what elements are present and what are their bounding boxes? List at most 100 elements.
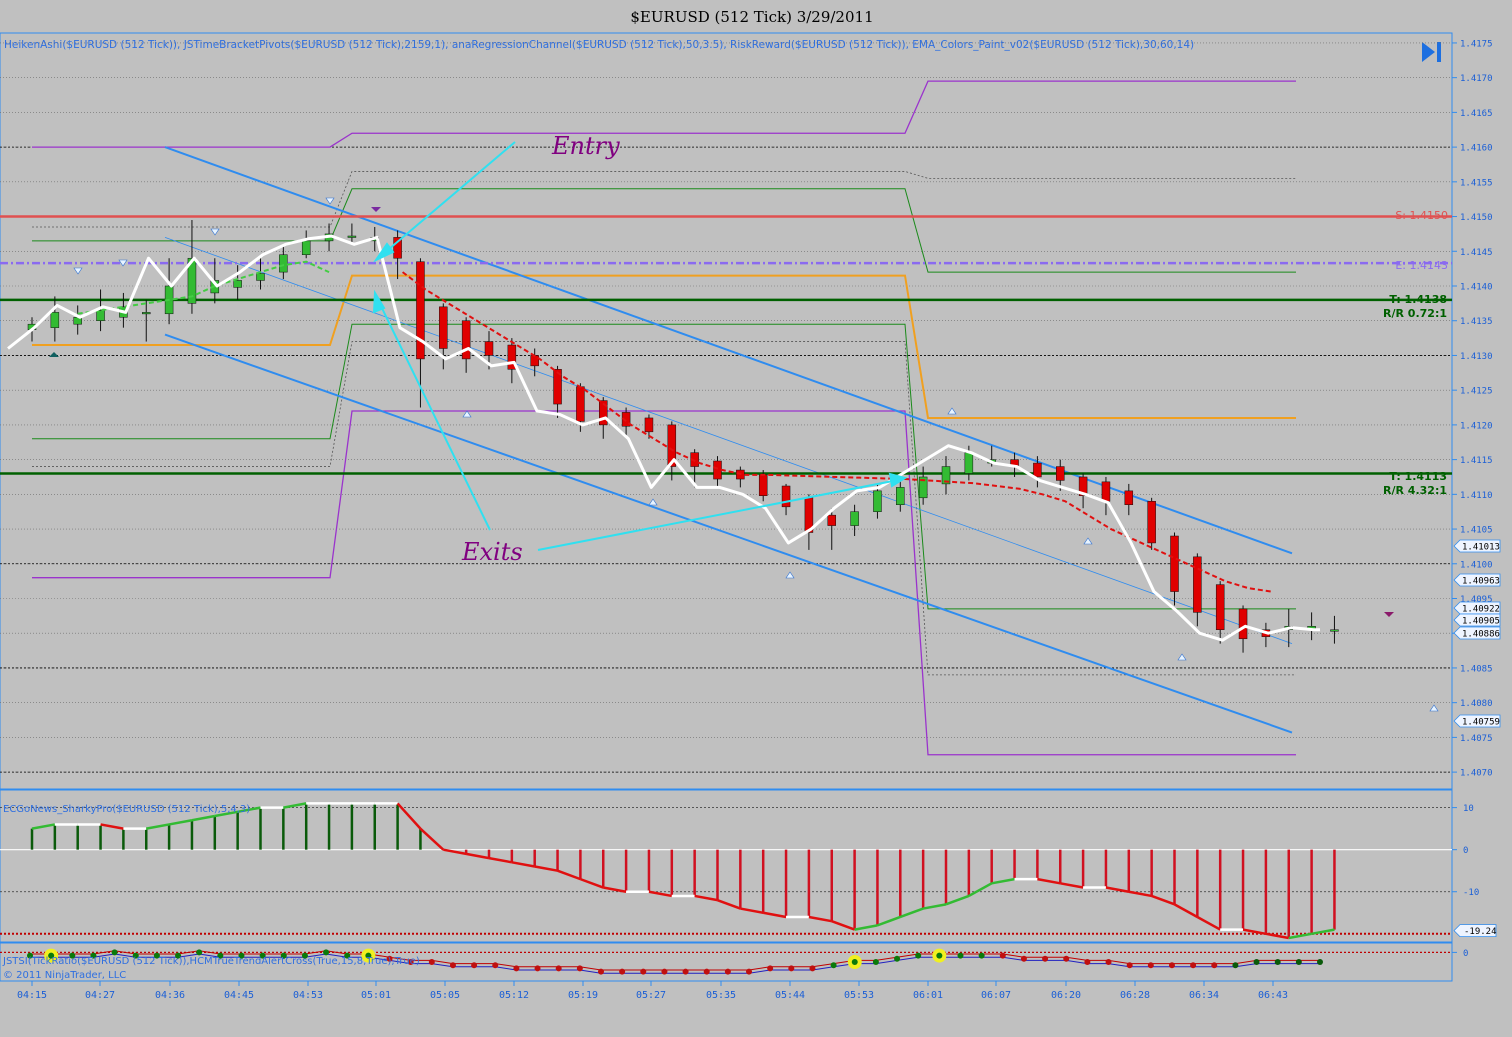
bull-candle	[279, 254, 288, 273]
x-tick-label: 04:15	[17, 990, 47, 1001]
oscillator-line-segment	[1196, 915, 1221, 931]
oscillator-label: ECGoNews_SharkyPro($EURUSD (512 Tick),5,…	[3, 804, 250, 815]
tsi-dot	[1253, 959, 1260, 965]
exits-annotation: Exits	[461, 538, 523, 566]
y-tick-label: 1.4110	[1460, 491, 1493, 501]
x-tick-label: 04:36	[155, 990, 185, 1001]
x-tick-label: 05:01	[361, 990, 391, 1001]
price-tag-label: 1.40963	[1462, 577, 1500, 587]
signal-marker	[947, 407, 957, 415]
bear-candle	[1238, 608, 1248, 640]
oscillator-line-segment	[1037, 877, 1061, 885]
oscillator-line-segment	[146, 823, 170, 830]
regression-center	[164, 237, 1293, 645]
x-tick-label: 05:53	[844, 990, 874, 1001]
x-tick-label: 05:44	[775, 990, 805, 1001]
x-tick-label: 04:53	[293, 990, 323, 1001]
bull-candle	[964, 452, 974, 474]
bear-candle	[1215, 584, 1225, 630]
stop-level-label: S: 1.4150	[1395, 209, 1448, 222]
tsi-dot	[449, 962, 456, 969]
tsi-dot	[111, 949, 118, 956]
tsi-dot	[1211, 962, 1218, 969]
copyright-text: © 2011 NinjaTrader, LLC	[3, 970, 126, 981]
signal-marker	[1177, 653, 1187, 661]
oscillator-line-segment	[1105, 886, 1130, 893]
chart-canvas[interactable]: $EURUSD (512 Tick) 3/29/2011 HeikenAshi(…	[0, 0, 1512, 1037]
scroll-to-end-button[interactable]	[1422, 42, 1441, 62]
tsi-dot	[788, 965, 795, 972]
price-tag-label: 1.40759	[1462, 718, 1500, 728]
tsi-dot	[1274, 959, 1281, 965]
tsi-dot	[1126, 962, 1133, 969]
oscillator-line-segment	[991, 877, 1015, 885]
y-tick-label: 1.4130	[1460, 352, 1493, 362]
bear-candle	[1056, 466, 1065, 481]
tsi-dot	[492, 962, 499, 969]
oscillator-line-segment	[603, 886, 627, 893]
y-tick-label: 1.4085	[1460, 664, 1493, 674]
tsi-dot	[1232, 962, 1239, 969]
y-tick-label: 1.4135	[1460, 317, 1493, 327]
signal-marker	[118, 259, 128, 267]
tsi-dot	[1042, 955, 1049, 962]
y-tick-label: 1.4075	[1460, 734, 1493, 744]
oscillator-line-segment	[1060, 882, 1084, 889]
tsi-dot	[640, 968, 647, 975]
price-tag-label: 1.40905	[1462, 617, 1500, 627]
oscillator-line-segment	[877, 915, 901, 927]
oscillator-line-segment	[694, 894, 718, 902]
tsi-dot	[1084, 959, 1091, 965]
price-line	[7, 234, 1320, 642]
oscillator-line-segment	[648, 890, 673, 898]
oscillator-line-segment	[443, 848, 467, 856]
bear-candle	[1147, 501, 1156, 544]
tsi-dot	[428, 959, 435, 965]
oscillator-line-segment	[579, 877, 604, 889]
x-tick-label: 05:27	[636, 990, 666, 1001]
y-tick-label: 1.4155	[1460, 178, 1493, 188]
bear-candle	[758, 474, 768, 496]
pivot-r3	[32, 80, 1296, 148]
oscillator-tick-label: 10	[1463, 804, 1474, 814]
price-tag-label: 1.40922	[1462, 605, 1500, 615]
tsi-dot	[196, 949, 203, 956]
bear-candle	[1193, 556, 1202, 613]
oscillator-line-segment	[488, 856, 513, 864]
tsi-dot	[851, 959, 858, 965]
tsi-dot	[1063, 955, 1070, 962]
bear-candle	[827, 514, 836, 526]
pivot-dotted	[32, 171, 1296, 228]
x-tick-label: 04:27	[85, 990, 115, 1001]
tsi-dot	[767, 965, 774, 972]
y-tick-label: 1.4150	[1460, 213, 1493, 223]
bear-candle	[439, 306, 448, 349]
signal-marker	[49, 352, 59, 357]
tsi-dot	[999, 952, 1006, 959]
x-tick-label: 06:20	[1051, 990, 1081, 1001]
pivot-pp	[32, 274, 1296, 419]
tsi-dot	[597, 968, 604, 975]
oscillator-line-segment	[717, 898, 741, 910]
y-tick-label: 1.4080	[1460, 699, 1493, 709]
oscillator-line-segment	[191, 814, 216, 822]
x-tick-label: 06:34	[1189, 990, 1219, 1001]
ema-red-line	[401, 271, 1272, 593]
oscillator-line-segment	[396, 802, 422, 830]
x-tick-label: 05:19	[568, 990, 598, 1001]
signal-marker	[648, 498, 658, 506]
oscillator-line-segment	[1151, 894, 1175, 906]
bull-candle	[896, 487, 905, 505]
oscillator-tick-label: -10	[1463, 888, 1479, 898]
oscillator-line-segment	[762, 911, 787, 919]
tsi-tick-label: 0	[1463, 949, 1468, 959]
oscillator-line-segment	[922, 903, 947, 910]
tsi-dot	[1317, 959, 1323, 965]
tsi-dot	[619, 968, 626, 975]
tsi-dot	[703, 968, 710, 975]
x-tick-label: 06:28	[1120, 990, 1150, 1001]
y-tick-label: 1.4170	[1460, 74, 1493, 84]
price-tag-label: 1.40886	[1462, 630, 1500, 640]
bear-candle	[1101, 481, 1111, 502]
tsi-dot	[978, 952, 985, 959]
